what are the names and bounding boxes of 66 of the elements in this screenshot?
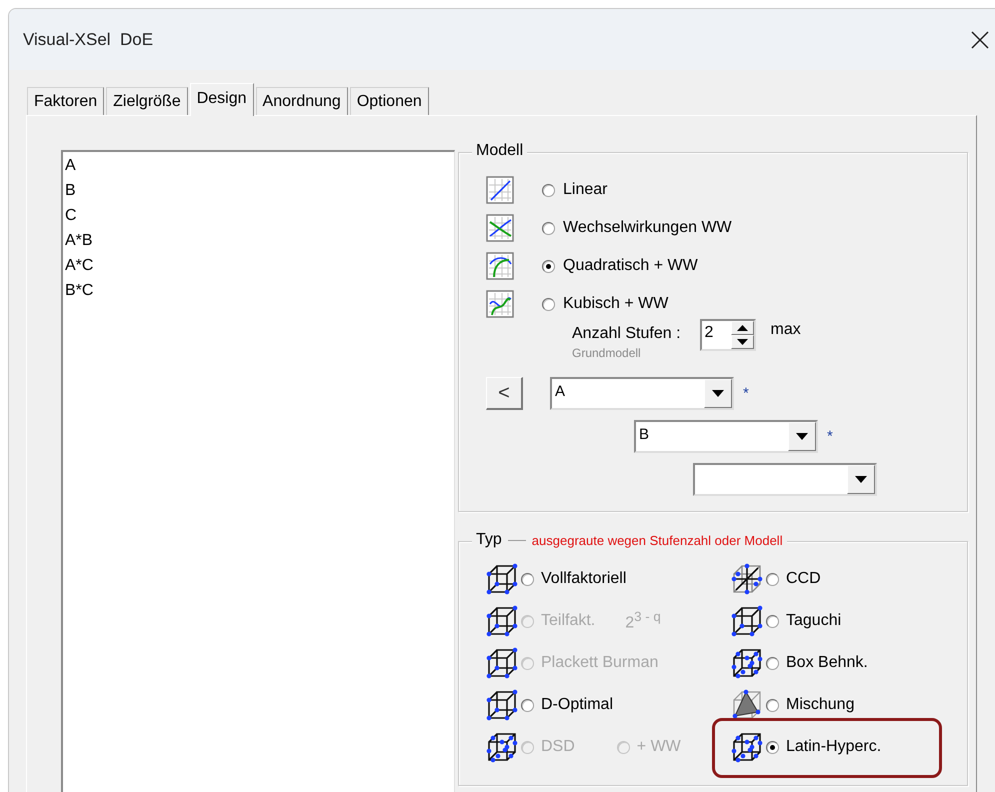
list-item[interactable]: C [65, 203, 77, 228]
option-label[interactable]: D-Optimal [541, 696, 614, 714]
option-label[interactable]: Latin-Hyperc. [786, 738, 882, 756]
radio-button[interactable] [542, 260, 555, 272]
exponent-label: 2$^{3 - q}$ [625, 609, 661, 633]
radio-button[interactable] [766, 572, 779, 586]
quadratic-graph-icon [486, 252, 514, 280]
option-label[interactable]: Kubisch + WW [563, 295, 668, 313]
cube-icon [730, 604, 764, 638]
cube-icon [485, 604, 519, 638]
cube-icon [730, 730, 764, 764]
caret-icon[interactable] [855, 476, 867, 483]
radio-button[interactable] [521, 698, 534, 712]
list-item[interactable]: A*C [65, 253, 94, 278]
factor-dropdown[interactable]: B [634, 420, 818, 453]
list-item[interactable]: A*B [65, 228, 93, 253]
term-list[interactable]: A B C A*B A*C B*C [61, 150, 455, 792]
factor-dropdown[interactable]: A [550, 377, 734, 410]
tab[interactable]: Optionen [350, 87, 429, 115]
star-cube-icon [730, 562, 764, 596]
caret-icon[interactable] [712, 390, 724, 397]
cube-icon [485, 562, 519, 596]
option-label[interactable]: Mischung [786, 696, 854, 714]
up-arrow-icon[interactable] [736, 325, 748, 331]
radio-button[interactable] [766, 740, 779, 754]
tab[interactable]: Anordnung [256, 87, 348, 115]
linear-graph-icon [486, 176, 514, 204]
radio-button[interactable] [766, 698, 779, 712]
hint-text: ausgegraute wegen Stufenzahl oder Modell [532, 532, 783, 548]
back-button[interactable]: < [486, 377, 523, 410]
levels-suffix: max [770, 321, 801, 339]
option-label[interactable]: Linear [563, 181, 608, 199]
group-title: Typ [476, 531, 502, 549]
operator-label: * [743, 385, 749, 402]
option-label[interactable]: CCD [786, 570, 821, 588]
option-label[interactable]: Taguchi [786, 612, 842, 630]
operator-label: * [827, 428, 833, 445]
list-item[interactable]: B [65, 178, 76, 203]
caret-icon[interactable] [796, 433, 808, 440]
list-item[interactable]: B*C [65, 278, 94, 303]
levels-note: Grundmodell [572, 346, 642, 360]
radio-button[interactable] [521, 572, 534, 586]
tab[interactable]: Zielgröße [106, 87, 188, 115]
cube-icon [485, 730, 519, 764]
window-title: Visual-XSel DoE [23, 30, 154, 50]
radio-button[interactable] [542, 298, 555, 310]
option-label[interactable]: Box Behnk. [786, 654, 868, 672]
list-item[interactable]: A [65, 153, 76, 178]
radio-button[interactable] [766, 614, 779, 628]
levels-spinner[interactable]: 2 [700, 319, 756, 351]
cube-icon [730, 646, 764, 680]
down-arrow-icon[interactable] [736, 339, 748, 345]
option-label[interactable]: Wechselwirkungen WW [563, 219, 732, 237]
interaction-graph-icon [486, 214, 514, 242]
close-icon[interactable] [970, 30, 990, 50]
radio-button[interactable] [542, 222, 555, 234]
tab[interactable]: Design [190, 83, 254, 116]
radio-button[interactable] [542, 184, 555, 196]
option-label[interactable]: Quadratisch + WW [563, 257, 698, 275]
option-label[interactable]: Vollfaktoriell [541, 570, 626, 588]
cubic-graph-icon [486, 290, 514, 318]
radio-button[interactable] [766, 656, 779, 670]
cube-icon [485, 688, 519, 722]
tab[interactable]: Faktoren [27, 87, 104, 115]
levels-label: Anzahl Stufen : [572, 325, 681, 343]
cube-icon [485, 646, 519, 680]
